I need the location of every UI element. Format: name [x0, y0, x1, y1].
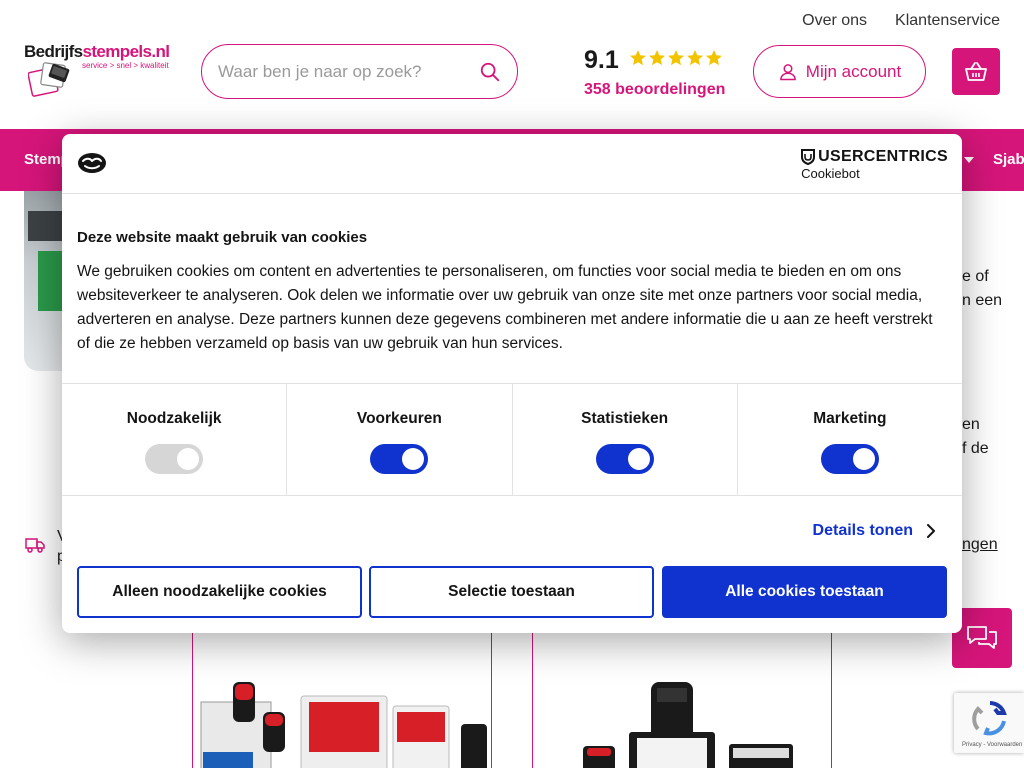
logo-name-part2: stempels.nl — [82, 42, 171, 61]
logo-stamp-icon — [28, 62, 70, 97]
cart-button[interactable] — [952, 48, 1000, 95]
about-link[interactable]: Over ons — [802, 12, 867, 30]
show-details-label: Details tonen — [812, 522, 913, 539]
search-bar — [201, 44, 518, 99]
star-icon — [649, 50, 666, 66]
chat-bubbles-icon — [967, 626, 997, 649]
intro-text-line: e of — [962, 268, 989, 285]
logo-wordmark: Bedrijfsstempels.nl — [24, 42, 171, 62]
preferences-toggle[interactable] — [370, 444, 429, 474]
logo-tagline: service > snel > kwaliteit — [82, 61, 169, 70]
category-necessary: Noodzakelijk — [62, 384, 288, 495]
show-details-link[interactable]: Details tonen — [813, 522, 935, 540]
recaptcha-badge[interactable]: Privacy - Voorwaarden — [954, 693, 1024, 753]
product-image-colop-stamps — [200, 682, 487, 768]
chevron-down-icon[interactable] — [964, 157, 974, 163]
star-icons — [630, 50, 723, 66]
delivery-truck-icon — [25, 538, 45, 553]
toggle-knob — [627, 448, 650, 470]
product-card[interactable] — [192, 632, 492, 768]
top-links: Over ons Klantenservice — [802, 12, 1000, 30]
toggle-knob — [852, 448, 875, 470]
nav-item-sjablonen[interactable]: Sjab — [993, 151, 1024, 168]
customer-service-link[interactable]: Klantenservice — [895, 12, 1000, 30]
user-icon — [779, 63, 796, 80]
rating-count[interactable]: 358 beoordelingen — [584, 81, 725, 99]
allow-all-button[interactable]: Alle cookies toestaan — [662, 566, 947, 618]
dialog-title: Deze website maakt gebruik van cookies — [77, 229, 368, 246]
necessary-only-button[interactable]: Alleen noodzakelijke cookies — [77, 566, 362, 618]
account-button[interactable]: Mijn account — [753, 45, 926, 98]
allow-selection-button[interactable]: Selectie toestaan — [369, 566, 654, 618]
category-marketing: Marketing — [738, 384, 962, 495]
usercentrics-wordmark: USERCENTRICS — [801, 148, 948, 166]
usp-link[interactable]: ngen — [962, 533, 998, 557]
category-preferences: Voorkeuren — [287, 384, 513, 495]
product-image-trodat-stamps — [583, 682, 793, 768]
category-label: Statistieken — [581, 410, 669, 427]
category-label: Voorkeuren — [356, 410, 442, 427]
account-label: Mijn account — [805, 61, 902, 81]
product-card[interactable] — [532, 632, 832, 768]
marketing-toggle[interactable] — [820, 444, 879, 474]
intro-text-fragment: e of n een — [962, 265, 1002, 313]
basket-icon — [965, 61, 987, 81]
statistics-toggle[interactable] — [595, 444, 654, 474]
star-icon — [630, 50, 647, 66]
category-label: Noodzakelijk — [126, 410, 222, 427]
logo-name-part1: Bedrijfs — [24, 42, 83, 61]
dialog-header: USERCENTRICS Cookiebot — [62, 134, 962, 194]
shield-icon — [801, 149, 816, 165]
star-icon — [687, 50, 704, 66]
recaptcha-legal[interactable]: Privacy - Voorwaarden — [962, 742, 1022, 748]
search-icon[interactable] — [479, 61, 501, 83]
star-icon — [706, 50, 723, 66]
category-label: Marketing — [813, 410, 887, 427]
shop-rating[interactable]: 9.1 358 beoordelingen — [584, 46, 725, 99]
dialog-body: Deze website maakt gebruik van cookies W… — [77, 229, 947, 356]
intro-text-line: en — [962, 416, 980, 433]
star-icon — [668, 50, 685, 66]
site-logo[interactable]: Bedrijfsstempels.nl service > snel > kwa… — [24, 40, 184, 100]
dialog-description: We gebruiken cookies om content en adver… — [77, 263, 933, 352]
brand-name: USERCENTRICS — [818, 148, 948, 165]
toggle-knob — [402, 448, 425, 470]
brand-subtitle: Cookiebot — [801, 166, 860, 181]
consent-categories: Noodzakelijk Voorkeuren Statistieken Mar… — [62, 383, 962, 496]
rating-stars — [629, 49, 723, 72]
rating-score: 9.1 — [584, 46, 619, 74]
recaptcha-logo-icon — [972, 701, 1007, 736]
cookiebot-logo-icon — [78, 153, 106, 173]
category-statistics: Statistieken — [513, 384, 738, 495]
chevron-right-icon — [927, 524, 935, 538]
search-input[interactable] — [218, 57, 468, 87]
necessary-toggle — [145, 444, 204, 474]
cookie-consent-dialog: USERCENTRICS Cookiebot Deze website maak… — [62, 134, 962, 633]
intro-text-line: n een — [962, 292, 1003, 309]
intro-text-fragment: en f de — [962, 413, 989, 461]
toggle-knob — [177, 448, 200, 470]
intro-text-line: f de — [962, 440, 989, 457]
usercentrics-brand: USERCENTRICS Cookiebot — [801, 148, 948, 181]
